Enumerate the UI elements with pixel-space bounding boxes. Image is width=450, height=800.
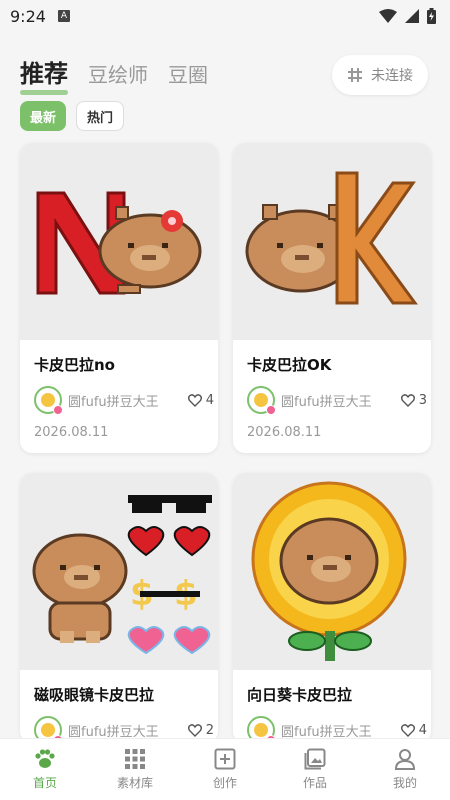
nav-label: 作品 xyxy=(302,776,327,790)
like-button[interactable]: 4 xyxy=(187,392,214,408)
nav-label: 素材库 xyxy=(116,776,153,790)
card-image: $ $ xyxy=(20,473,218,670)
work-card[interactable]: $ $ 磁吸眼镜卡皮巴拉 圆fufu拼豆大王 2 xyxy=(20,473,218,743)
work-card[interactable]: 卡皮巴拉OK 圆fufu拼豆大王 3 2026.08.11 xyxy=(233,143,431,453)
card-title: 磁吸眼镜卡皮巴拉 xyxy=(34,686,155,704)
nav-works[interactable]: 作品 xyxy=(270,739,360,800)
nav-profile[interactable]: 我的 xyxy=(360,739,450,800)
card-date: 2026.08.11 xyxy=(247,425,322,440)
work-card[interactable]: 向日葵卡皮巴拉 圆fufu拼豆大王 4 xyxy=(233,473,431,743)
capybara-glasses-image: $ $ xyxy=(32,495,212,655)
card-image xyxy=(233,473,431,670)
nav-home[interactable]: 首页 xyxy=(0,739,90,800)
capybara-sunflower-image xyxy=(251,481,407,661)
nav-label: 创作 xyxy=(212,776,237,790)
like-count: 3 xyxy=(418,392,427,408)
person-icon xyxy=(394,749,416,770)
heart-icon xyxy=(187,723,202,737)
signal-icon xyxy=(405,9,419,23)
like-button[interactable]: 4 xyxy=(400,722,427,738)
like-button[interactable]: 3 xyxy=(400,392,427,408)
avatar[interactable] xyxy=(34,386,63,415)
card-image xyxy=(20,143,218,340)
card-title: 向日葵卡皮巴拉 xyxy=(247,686,353,704)
capybara-no-image xyxy=(36,191,202,295)
connect-label: 未连接 xyxy=(371,68,413,84)
author-name: 圆fufu拼豆大王 xyxy=(68,394,159,410)
bottom-nav: 首页 素材库 创作 作品 我的 xyxy=(0,738,450,800)
tab-recommend[interactable]: 推荐 xyxy=(20,54,68,95)
filter-hot[interactable]: 热门 xyxy=(76,101,125,131)
heart-icon xyxy=(400,723,415,737)
like-count: 4 xyxy=(418,722,427,738)
paw-icon xyxy=(35,749,55,768)
tab-designers[interactable]: 豆绘师 xyxy=(88,59,148,88)
card-date: 2026.08.11 xyxy=(34,425,109,440)
avatar[interactable] xyxy=(247,386,276,415)
author-name: 圆fufu拼豆大王 xyxy=(281,724,372,740)
like-count: 2 xyxy=(205,722,214,738)
card-author: 圆fufu拼豆大王 4 xyxy=(34,386,214,415)
status-bar: 9:24 A xyxy=(0,0,450,32)
author-name: 圆fufu拼豆大王 xyxy=(281,394,372,410)
status-icons xyxy=(379,8,436,24)
card-image xyxy=(233,143,431,340)
plus-square-icon xyxy=(214,748,236,770)
filter-latest[interactable]: 最新 xyxy=(20,101,67,131)
capybara-ok-image xyxy=(245,171,418,305)
like-button[interactable]: 2 xyxy=(187,722,214,738)
nav-label: 首页 xyxy=(32,776,57,790)
grid-hash-icon xyxy=(348,68,362,82)
nav-materials[interactable]: 素材库 xyxy=(90,739,180,800)
top-tabs: 推荐 豆绘师 豆圈 xyxy=(20,54,208,95)
filter-row: 最新 热门 xyxy=(20,101,125,131)
battery-icon xyxy=(427,8,436,24)
connect-button[interactable]: 未连接 xyxy=(332,55,428,95)
tab-circle[interactable]: 豆圈 xyxy=(168,59,208,88)
nav-create[interactable]: 创作 xyxy=(180,739,270,800)
card-author: 圆fufu拼豆大王 3 xyxy=(247,386,427,415)
nav-label: 我的 xyxy=(392,776,417,790)
heart-icon xyxy=(400,393,415,407)
grid-icon xyxy=(125,749,145,769)
card-title: 卡皮巴拉OK xyxy=(247,356,332,374)
author-name: 圆fufu拼豆大王 xyxy=(68,724,159,740)
like-count: 4 xyxy=(205,392,214,408)
notification-icon: A xyxy=(57,10,70,22)
work-card[interactable]: 卡皮巴拉no 圆fufu拼豆大王 4 2026.08.11 xyxy=(20,143,218,453)
wifi-icon xyxy=(379,9,397,23)
status-time: 9:24 xyxy=(10,6,46,26)
heart-icon xyxy=(187,393,202,407)
card-title: 卡皮巴拉no xyxy=(34,356,115,374)
gallery-icon xyxy=(304,748,326,770)
